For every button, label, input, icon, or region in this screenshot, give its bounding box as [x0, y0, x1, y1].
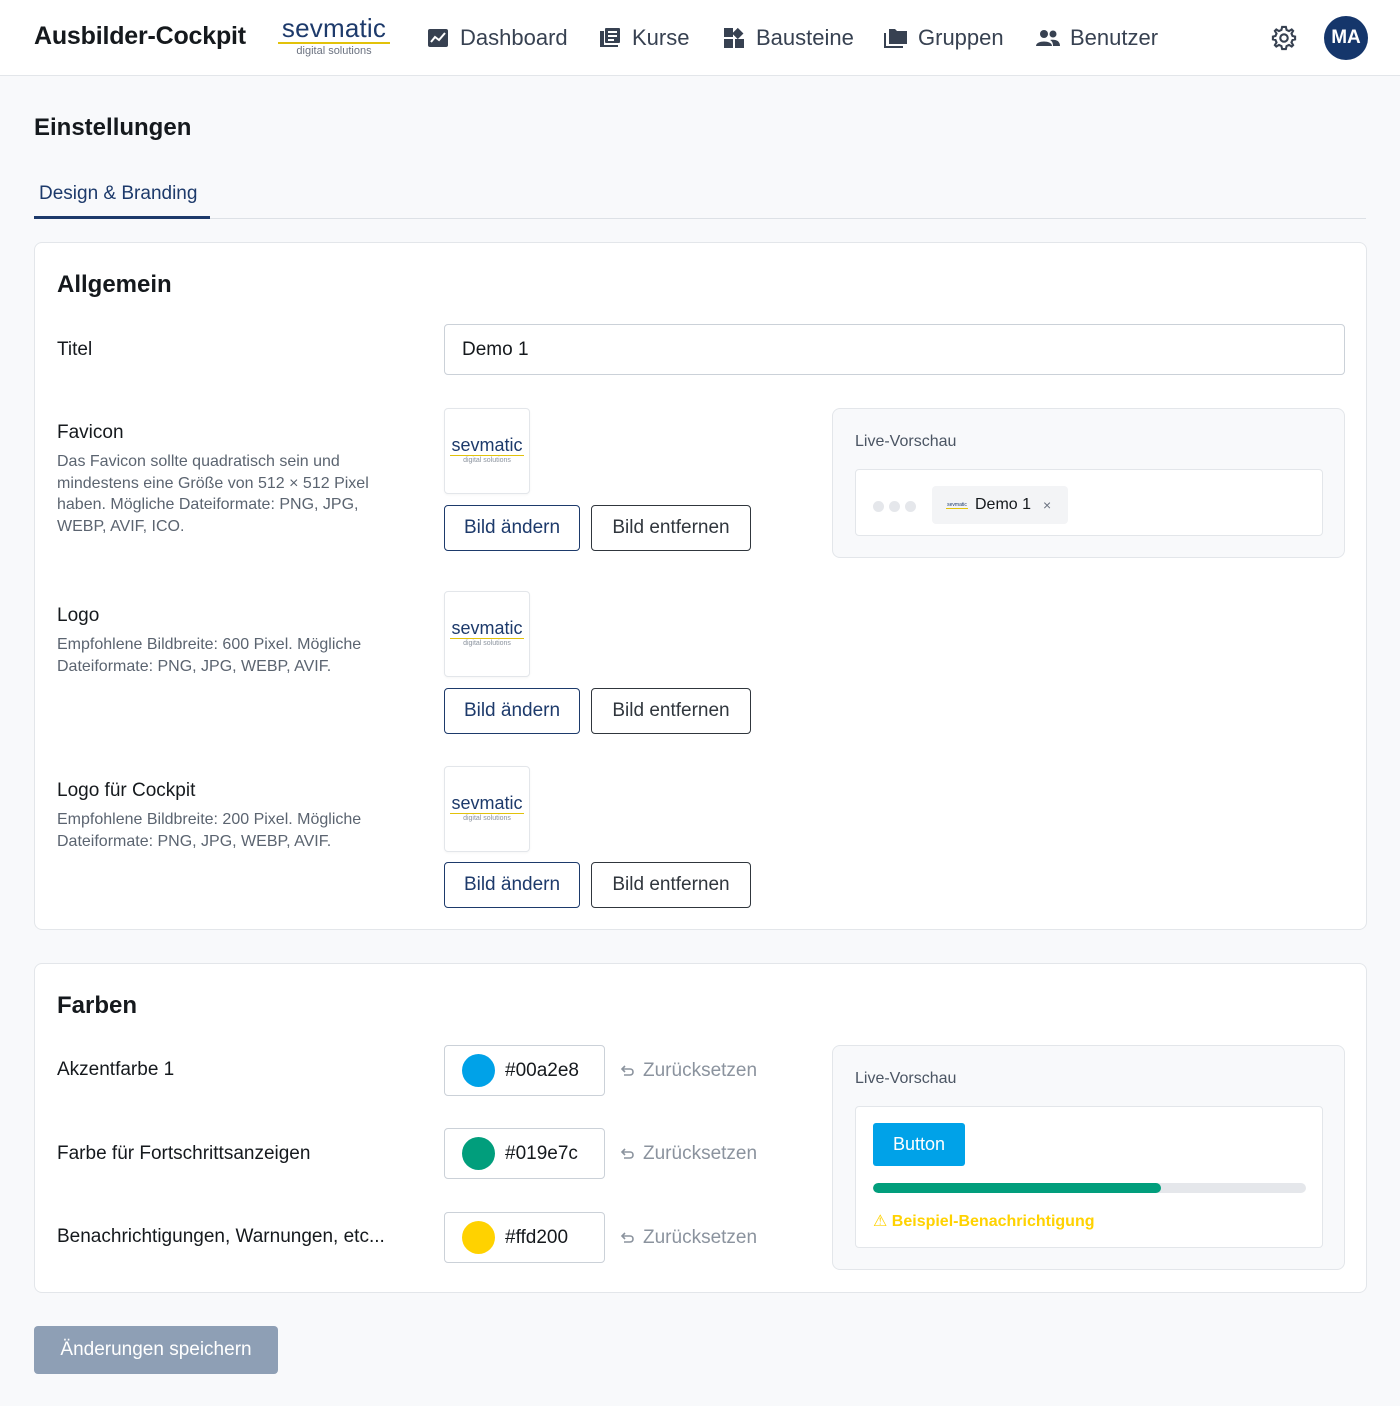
favicon-thumbnail: sevmatic digital solutions — [444, 408, 530, 494]
colors-preview-label: Live-Vorschau — [855, 1070, 957, 1087]
notification-color-reset[interactable]: Zurücksetzen — [619, 1212, 757, 1263]
nav-dashboard-label: Dashboard — [460, 25, 568, 50]
favicon-live-preview: Live-Vorschau sevmatic Demo 1 × — [832, 408, 1345, 558]
undo-icon — [620, 1231, 634, 1243]
nav-kurse-label: Kurse — [632, 25, 690, 50]
logo-thumbnail: sevmatic digital solutions — [444, 591, 530, 677]
logo-label: Logo — [57, 605, 100, 626]
blocks-icon — [724, 27, 744, 48]
notification-color-swatch[interactable] — [462, 1221, 495, 1254]
browser-preview: sevmatic Demo 1 × — [855, 469, 1323, 536]
nav-bausteine-label: Bausteine — [756, 25, 854, 50]
progress-color-value: #019e7c — [505, 1142, 578, 1164]
colors-heading: Farben — [57, 992, 138, 1019]
logo-thumbnail-tagline: digital solutions — [463, 640, 511, 647]
favicon-thumbnail-word: sevmatic — [451, 435, 523, 455]
top-bar: Ausbilder-Cockpit sevmatic digital solut… — [0, 0, 1400, 76]
tab-design-branding[interactable]: Design & Branding — [34, 180, 210, 219]
accent-color-reset-label: Zurücksetzen — [643, 1059, 758, 1081]
page-title: Einstellungen — [34, 114, 192, 141]
general-heading: Allgemein — [57, 271, 172, 298]
nav-benutzer[interactable]: Benutzer — [1036, 0, 1158, 76]
colors-card: Farben Akzentfarbe 1 #00a2e8 Zurücksetze… — [34, 963, 1367, 1293]
progress-color-reset[interactable]: Zurücksetzen — [619, 1128, 757, 1179]
logo-help: Empfohlene Bildbreite: 600 Pixel. Möglic… — [57, 636, 362, 675]
accent-color-swatch[interactable] — [462, 1054, 495, 1087]
favicon-help: Das Favicon sollte quadratisch sein und … — [57, 453, 369, 535]
title-label: Titel — [57, 339, 93, 360]
logo-thumbnail-word: sevmatic — [451, 618, 523, 638]
nav-bausteine[interactable]: Bausteine — [722, 0, 854, 76]
favicon-thumbnail-tagline: digital solutions — [463, 457, 511, 464]
undo-icon — [620, 1064, 634, 1076]
progress-color-reset-label: Zurücksetzen — [643, 1142, 758, 1164]
browser-tab: sevmatic Demo 1 × — [932, 486, 1068, 524]
progress-color-swatch[interactable] — [462, 1137, 495, 1170]
brand-logo[interactable]: sevmatic digital solutions — [276, 14, 392, 60]
favicon-thumbnail-underline — [450, 455, 524, 456]
tab-favicon: sevmatic — [946, 501, 968, 509]
logo-remove-button[interactable]: Bild entfernen — [591, 688, 751, 734]
favicon-change-button[interactable]: Bild ändern — [444, 505, 580, 551]
folder-icon — [884, 29, 907, 48]
gear-icon[interactable] — [1270, 24, 1298, 52]
cockpit-logo-change-button[interactable]: Bild ändern — [444, 862, 580, 908]
accent-color-label: Akzentfarbe 1 — [57, 1059, 175, 1080]
title-input[interactable] — [444, 324, 1345, 375]
cockpit-logo-remove-button[interactable]: Bild entfernen — [591, 862, 751, 908]
favicon-remove-button[interactable]: Bild entfernen — [591, 505, 751, 551]
notification-color-input[interactable]: #ffd200 — [444, 1212, 605, 1263]
cockpit-logo-thumbnail-word: sevmatic — [451, 793, 523, 813]
avatar[interactable]: MA — [1324, 16, 1368, 60]
cockpit-logo-thumbnail-tagline: digital solutions — [463, 815, 511, 822]
tabs-divider — [34, 218, 1366, 219]
accent-color-value: #00a2e8 — [505, 1059, 579, 1081]
users-icon — [1036, 30, 1060, 46]
close-icon: × — [1043, 497, 1052, 513]
demo-button[interactable]: Button — [873, 1123, 965, 1166]
nav-gruppen[interactable]: Gruppen — [884, 0, 1004, 76]
brand-name: sevmatic — [281, 13, 387, 43]
brand-tagline: digital solutions — [296, 45, 372, 57]
nav-benutzer-label: Benutzer — [1070, 25, 1159, 50]
logo-change-button[interactable]: Bild ändern — [444, 688, 580, 734]
cockpit-logo-thumbnail: sevmatic digital solutions — [444, 766, 530, 852]
save-changes-button[interactable]: Änderungen speichern — [34, 1326, 278, 1374]
browser-tab-title: Demo 1 — [975, 496, 1032, 513]
logo-thumbnail-underline — [450, 638, 524, 639]
favicon-label: Favicon — [57, 422, 124, 443]
demo-notification: ⚠ Beispiel-Benachrichtigung — [873, 1213, 1095, 1230]
nav-dashboard[interactable]: Dashboard — [426, 0, 568, 76]
cockpit-logo-help: Empfohlene Bildbreite: 200 Pixel. Möglic… — [57, 811, 362, 850]
cockpit-logo-label: Logo für Cockpit — [57, 780, 196, 801]
cockpit-logo-thumbnail-underline — [450, 813, 524, 814]
notification-color-reset-label: Zurücksetzen — [643, 1226, 758, 1248]
nav-gruppen-label: Gruppen — [918, 25, 1004, 50]
progress-color-input[interactable]: #019e7c — [444, 1128, 605, 1179]
nav-kurse[interactable]: Kurse — [598, 0, 689, 76]
accent-color-input[interactable]: #00a2e8 — [444, 1045, 605, 1096]
favicon-preview-label: Live-Vorschau — [855, 433, 957, 450]
chart-icon — [428, 29, 448, 47]
demo-progress-bar — [873, 1183, 1306, 1193]
notification-color-value: #ffd200 — [505, 1226, 569, 1248]
app-title[interactable]: Ausbilder-Cockpit — [34, 22, 246, 51]
book-icon — [600, 28, 620, 47]
general-card: Allgemein Titel Favicon Das Favicon soll… — [34, 242, 1367, 930]
window-dots — [873, 501, 916, 512]
colors-live-preview: Live-Vorschau Button ⚠ Beispiel-Benachri… — [832, 1045, 1345, 1270]
colors-preview-panel: Button ⚠ Beispiel-Benachrichtigung — [855, 1106, 1323, 1248]
accent-color-reset[interactable]: Zurücksetzen — [619, 1045, 757, 1096]
demo-progress-fill — [873, 1183, 1161, 1193]
undo-icon — [620, 1147, 634, 1159]
progress-color-label: Farbe für Fortschrittsanzeigen — [57, 1143, 311, 1164]
notification-color-label: Benachrichtigungen, Warnungen, etc... — [57, 1226, 385, 1247]
